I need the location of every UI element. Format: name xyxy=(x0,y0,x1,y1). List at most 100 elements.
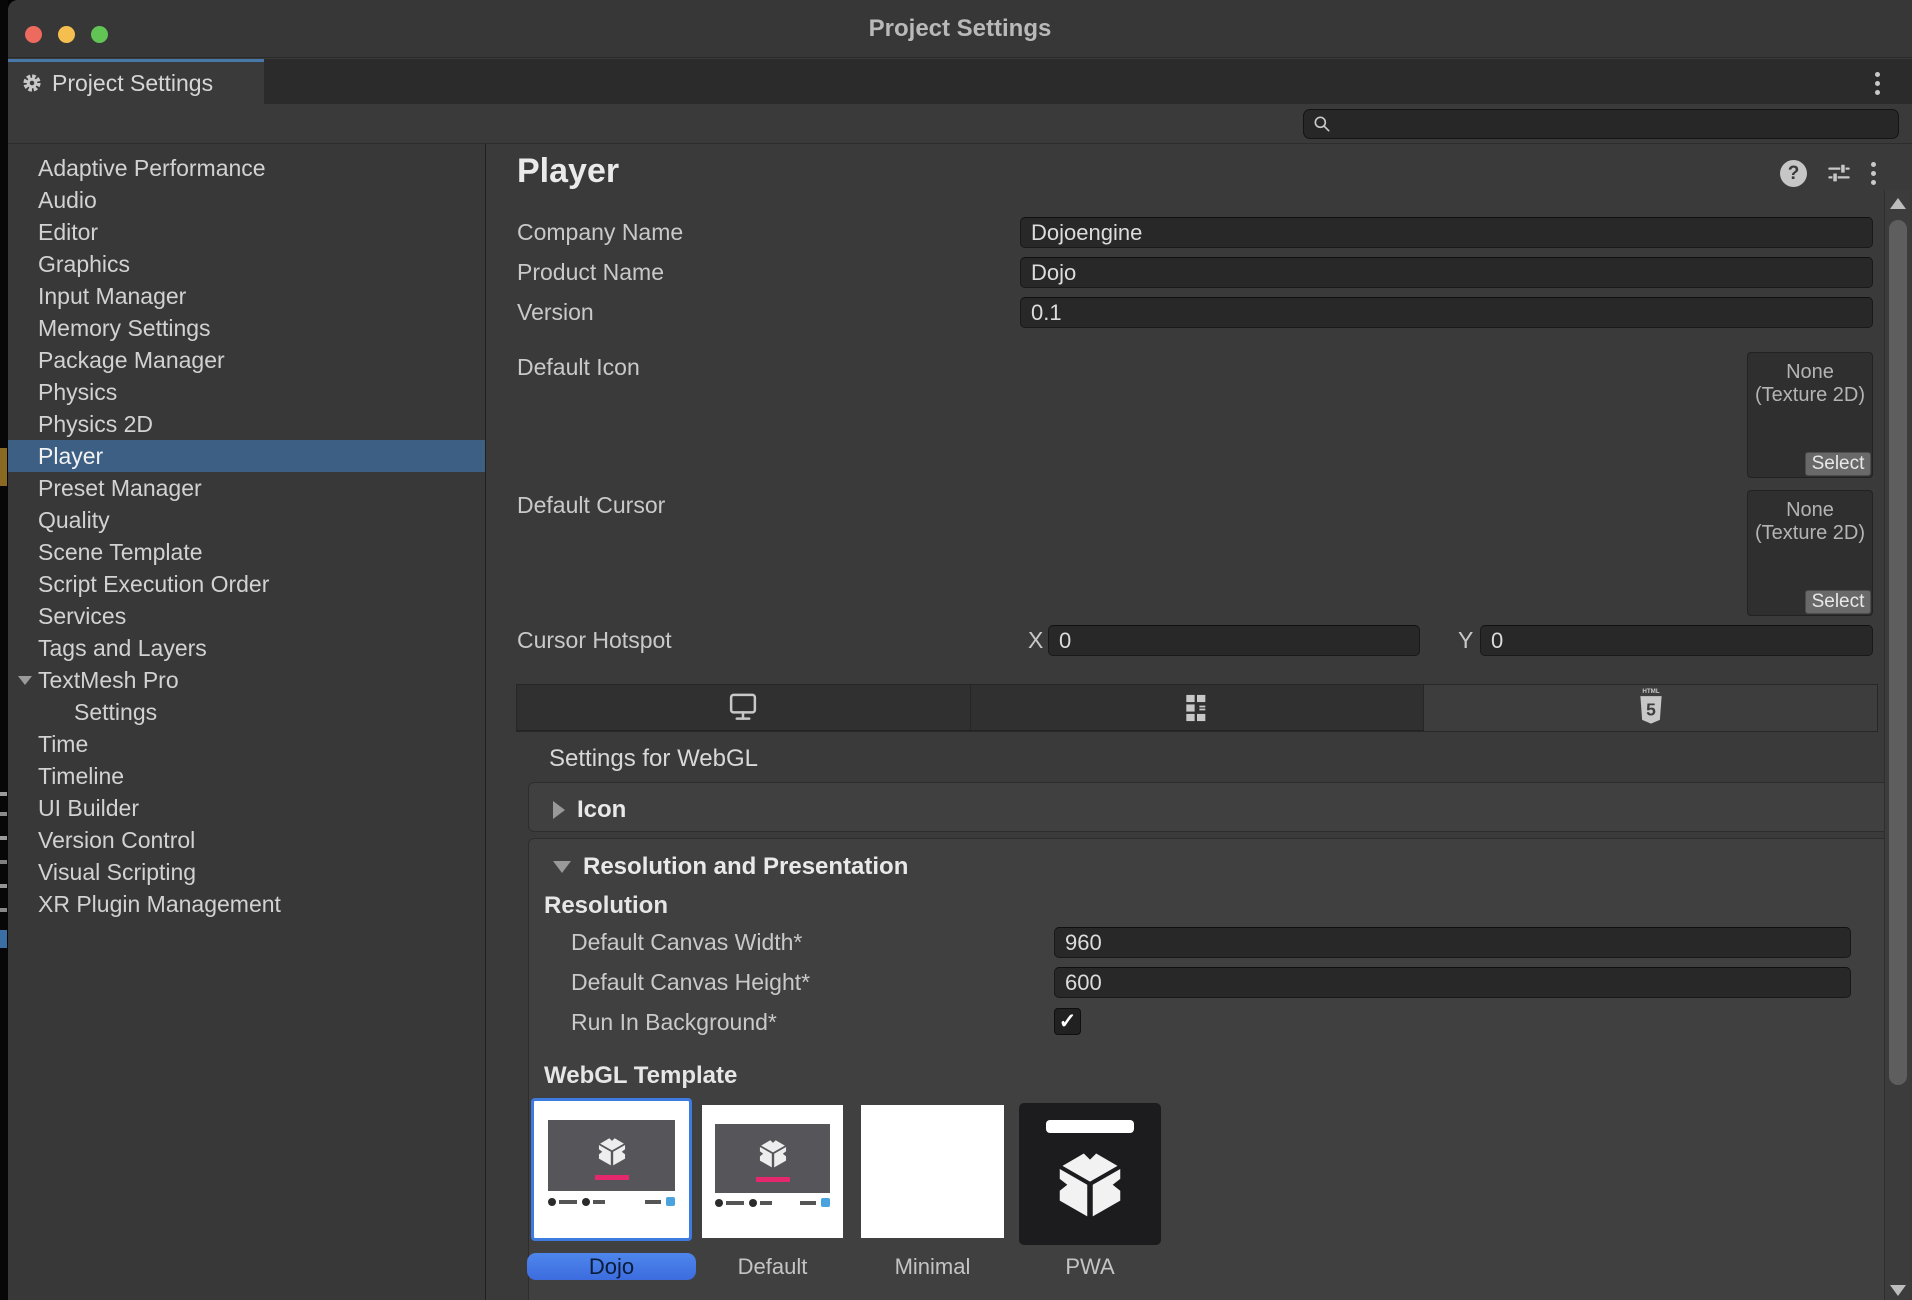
sidebar-item-player[interactable]: Player xyxy=(8,440,485,472)
settings-category-list: Adaptive Performance Audio Editor GraphicsI… xyxy=(8,144,486,1300)
company-name-field[interactable]: Dojoengine xyxy=(1020,217,1873,248)
progress-bar xyxy=(595,1175,629,1180)
sidebar-item-label: Audio xyxy=(38,187,97,213)
sidebar-item-physics-2d[interactable]: Physics 2D xyxy=(8,408,485,440)
default-cursor-object-field[interactable]: None (Texture 2D) Select xyxy=(1747,490,1873,616)
foldout-expanded-icon[interactable] xyxy=(18,676,32,685)
sidebar-item-label: Player xyxy=(38,443,103,469)
scroll-down-icon[interactable] xyxy=(1890,1285,1906,1296)
sidebar-item-label: Adaptive Performance xyxy=(38,155,266,181)
sidebar-item-graphics[interactable]: Graphics xyxy=(8,248,485,280)
sidebar-item-label: TextMesh Pro xyxy=(38,667,179,693)
webgl-template-label-minimal[interactable]: Minimal xyxy=(861,1253,1004,1280)
sidebar-item-ui-builder[interactable]: UI Builder xyxy=(8,792,485,824)
progress-bar xyxy=(756,1177,790,1182)
search-input[interactable] xyxy=(1303,109,1899,139)
sidebar-item-label: Time xyxy=(38,731,88,757)
tab-dedicated-server[interactable] xyxy=(971,685,1425,731)
webgl-template-label-dojo[interactable]: Dojo xyxy=(527,1253,696,1280)
product-name-field[interactable]: Dojo xyxy=(1020,257,1873,288)
hotspot-x-label: X xyxy=(1028,625,1043,655)
kebab-icon[interactable] xyxy=(1871,162,1876,185)
sidebar-item-editor[interactable]: Editor xyxy=(8,216,485,248)
desktop-fragment xyxy=(0,884,7,888)
resolution-subheader: Resolution xyxy=(544,891,668,921)
splash-preview xyxy=(548,1120,675,1191)
webgl-template-minimal[interactable] xyxy=(861,1105,1004,1238)
sidebar-item-services[interactable]: Services xyxy=(8,600,485,632)
project-settings-window: Project Settings Project Settings Adapti… xyxy=(8,0,1912,1300)
sidebar-item-quality[interactable]: Quality xyxy=(8,504,485,536)
webgl-template-default[interactable] xyxy=(702,1105,843,1238)
sidebar-item-timeline[interactable]: Timeline xyxy=(8,760,485,792)
presets-icon[interactable] xyxy=(1825,159,1853,187)
unity-logo-icon xyxy=(593,1132,631,1170)
webgl-template-label-pwa[interactable]: PWA xyxy=(1019,1253,1161,1280)
webgl-template-pwa[interactable] xyxy=(1019,1103,1161,1245)
sidebar-item-physics[interactable]: Physics xyxy=(8,376,485,408)
resolution-presentation-header[interactable]: Resolution and Presentation xyxy=(553,853,908,881)
webgl-template-dojo[interactable] xyxy=(531,1098,692,1241)
sidebar-item-scene-template[interactable]: Scene Template xyxy=(8,536,485,568)
sidebar-item-label: Editor xyxy=(38,219,98,245)
sidebar-item-tags-and-layers[interactable]: Tags and Layers xyxy=(8,632,485,664)
monitor-icon xyxy=(723,688,763,728)
scrollbar-thumb[interactable] xyxy=(1889,220,1907,1085)
icon-section-box[interactable]: Icon xyxy=(528,782,1890,832)
version-field[interactable]: 0.1 xyxy=(1020,297,1873,328)
svg-text:HTML: HTML xyxy=(1642,688,1660,695)
product-name-label: Product Name xyxy=(517,257,664,287)
hotspot-x-field[interactable]: 0 xyxy=(1048,625,1420,656)
sidebar-item-label: Visual Scripting xyxy=(38,859,196,885)
sidebar-item-textmesh-pro[interactable]: TextMesh Pro xyxy=(8,664,485,696)
splash-footer xyxy=(548,1196,675,1207)
scroll-up-icon[interactable] xyxy=(1890,198,1906,209)
panel-header-icons: ? xyxy=(1780,159,1876,187)
sidebar-item-label: Services xyxy=(38,603,126,629)
sidebar-item-label: Script Execution Order xyxy=(38,571,269,597)
sidebar-item-version-control[interactable]: Version Control xyxy=(8,824,485,856)
settings-toolbar xyxy=(8,104,1912,144)
desktop-fragment xyxy=(0,930,7,948)
icon-section-label: Icon xyxy=(577,796,626,824)
sidebar-item-visual-scripting[interactable]: Visual Scripting xyxy=(8,856,485,888)
desktop-fragment xyxy=(0,448,7,486)
sidebar-item-label: Tags and Layers xyxy=(38,635,207,661)
cursor-hotspot-label: Cursor Hotspot xyxy=(517,625,672,655)
canvas-width-field[interactable]: 960 xyxy=(1054,927,1851,958)
sidebar-item-package-manager[interactable]: Package Manager xyxy=(8,344,485,376)
desktop-fragment xyxy=(0,836,7,840)
sidebar-item-label: Version Control xyxy=(38,827,195,853)
help-icon[interactable]: ? xyxy=(1780,160,1807,187)
hotspot-y-field[interactable]: 0 xyxy=(1480,625,1873,656)
webgl-template-label-default[interactable]: Default xyxy=(702,1253,843,1280)
object-value: None xyxy=(1748,361,1872,384)
foldout-expanded-icon[interactable] xyxy=(553,861,571,873)
sidebar-item-memory-settings[interactable]: Memory Settings xyxy=(8,312,485,344)
desktop-fragment xyxy=(0,792,7,796)
sidebar-item-label: Physics 2D xyxy=(38,411,153,437)
run-in-background-checkbox[interactable]: ✓ xyxy=(1054,1008,1081,1035)
sidebar-item-textmesh-pro-settings[interactable]: Settings xyxy=(8,696,485,728)
sidebar-item-script-execution-order[interactable]: Script Execution Order xyxy=(8,568,485,600)
sidebar-item-time[interactable]: Time xyxy=(8,728,485,760)
canvas-height-field[interactable]: 600 xyxy=(1054,967,1851,998)
sidebar-item-audio[interactable]: Audio xyxy=(8,184,485,216)
webgl-template-header: WebGL Template xyxy=(544,1061,737,1091)
unity-logo-icon xyxy=(754,1134,792,1172)
select-button[interactable]: Select xyxy=(1805,590,1871,614)
tab-desktop[interactable] xyxy=(517,685,971,731)
tab-webgl[interactable]: HTML 5 xyxy=(1424,685,1877,731)
vertical-scrollbar[interactable] xyxy=(1884,190,1910,1300)
sidebar-item-preset-manager[interactable]: Preset Manager xyxy=(8,472,485,504)
default-icon-object-field[interactable]: None (Texture 2D) Select xyxy=(1747,352,1873,478)
canvas-height-label: Default Canvas Height* xyxy=(571,967,810,998)
select-button[interactable]: Select xyxy=(1805,452,1871,476)
sidebar-item-input-manager[interactable]: Input Manager xyxy=(8,280,485,312)
kebab-icon[interactable] xyxy=(1875,72,1880,95)
sidebar-item-adaptive-performance[interactable]: Adaptive Performance xyxy=(8,152,485,184)
version-label: Version xyxy=(517,297,594,327)
foldout-collapsed-icon[interactable] xyxy=(553,801,565,819)
sidebar-item-xr-plugin-management[interactable]: XR Plugin Management xyxy=(8,888,485,920)
tab-project-settings[interactable]: Project Settings xyxy=(8,59,264,104)
